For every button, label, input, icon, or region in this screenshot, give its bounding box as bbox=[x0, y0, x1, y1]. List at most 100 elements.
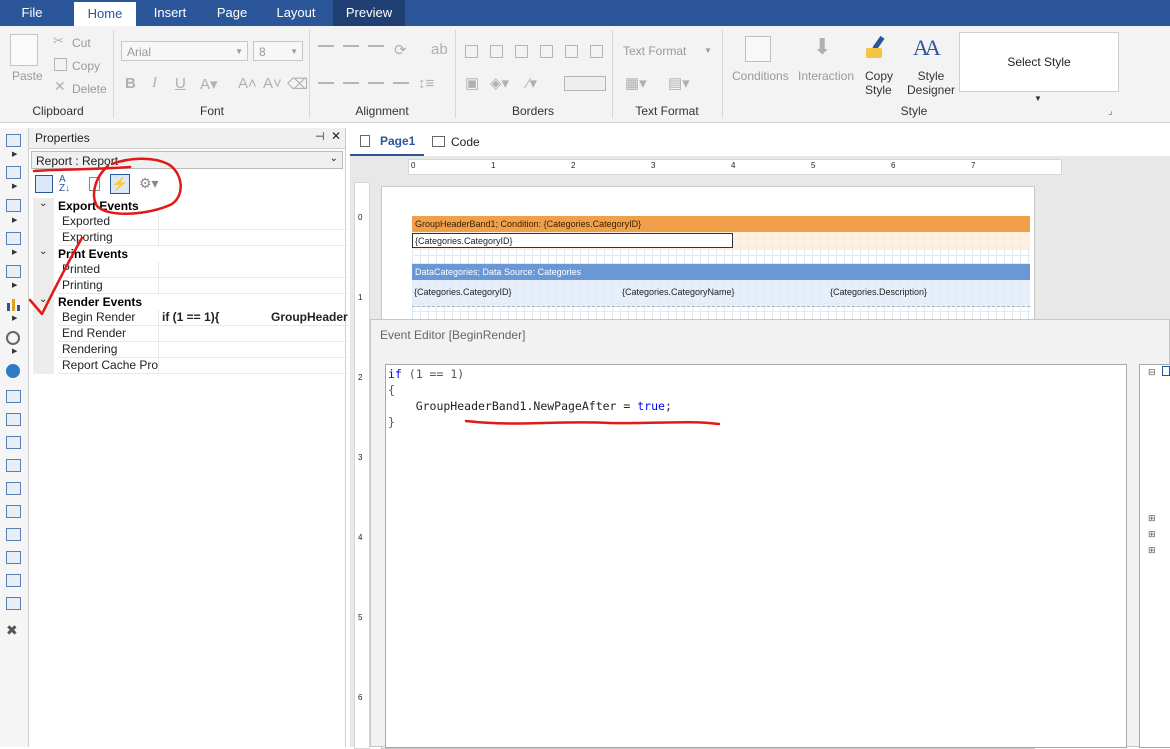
paste-button[interactable]: Paste bbox=[12, 69, 43, 83]
close-icon[interactable]: ✕ bbox=[331, 129, 341, 143]
format-options-icon[interactable]: ▤▾ bbox=[668, 74, 690, 92]
toolbox-clone-icon[interactable] bbox=[6, 505, 21, 518]
events-lightning-icon[interactable]: ⚡ bbox=[110, 174, 130, 194]
tab-file[interactable]: File bbox=[0, 0, 64, 26]
clear-format-icon[interactable]: ⌫ bbox=[287, 75, 308, 93]
category-row-export-events[interactable]: ⌄ Export Events bbox=[33, 198, 343, 214]
toolbox-table-of-contents-icon[interactable] bbox=[6, 551, 21, 564]
chevron-right-icon[interactable]: ▶ bbox=[12, 314, 17, 322]
underline-icon[interactable]: U bbox=[175, 75, 186, 92]
dictionary-tree[interactable]: ⊟ ⊞ ⊞ ⊞ bbox=[1139, 364, 1170, 748]
tree-collapse-icon[interactable]: ⊟ bbox=[1148, 367, 1156, 378]
italic-icon[interactable]: I bbox=[152, 75, 157, 92]
tab-preview[interactable]: Preview bbox=[333, 0, 405, 26]
tree-expand-icon[interactable]: ⊞ bbox=[1148, 513, 1156, 524]
no-border-icon[interactable] bbox=[490, 45, 503, 58]
property-value[interactable] bbox=[159, 326, 348, 342]
toolbox-shapes-icon[interactable] bbox=[6, 265, 21, 278]
tab-page[interactable]: Page bbox=[204, 0, 260, 26]
property-value[interactable] bbox=[159, 230, 348, 246]
border-color-icon[interactable]: ⁄▾ bbox=[527, 74, 537, 92]
categorized-icon[interactable] bbox=[35, 175, 53, 193]
property-row-exported[interactable]: Exported bbox=[33, 214, 348, 230]
category-row-render-events[interactable]: ⌄ Render Events bbox=[33, 294, 343, 310]
property-row-end-render[interactable]: End Render bbox=[33, 326, 348, 342]
copy-style-button[interactable]: Copy Style bbox=[865, 69, 893, 97]
property-row-printing[interactable]: Printing bbox=[33, 278, 348, 294]
format-icon[interactable]: ▦▾ bbox=[625, 74, 647, 92]
event-editor-window[interactable]: Event Editor [BeginRender] if (1 == 1) {… bbox=[370, 319, 1170, 748]
select-style-gallery[interactable]: Select Style bbox=[959, 32, 1119, 92]
shadow-icon[interactable]: ▣ bbox=[465, 74, 479, 92]
shrink-font-icon[interactable]: A˅ bbox=[263, 75, 282, 92]
chevron-right-icon[interactable]: ▶ bbox=[12, 347, 17, 355]
toolbox-cross-band-icon[interactable] bbox=[6, 166, 21, 179]
toolbox-table-icon[interactable] bbox=[6, 232, 21, 245]
toolbox-subreport-icon[interactable] bbox=[6, 528, 21, 541]
font-size-combo[interactable]: 8 ▼ bbox=[253, 41, 303, 61]
chevron-down-icon[interactable]: ⌄ bbox=[39, 246, 47, 257]
property-row-begin-render[interactable]: Begin Render if (1 == 1){GroupHeader bbox=[33, 310, 348, 326]
align-justify-icon[interactable] bbox=[393, 82, 409, 84]
tab-code[interactable]: Code bbox=[428, 128, 488, 156]
property-value[interactable]: if (1 == 1){GroupHeader bbox=[159, 310, 348, 326]
component-selector[interactable]: Report : Report ⌄ bbox=[31, 151, 343, 169]
tab-home[interactable]: Home bbox=[74, 2, 136, 26]
text-format-combo[interactable]: Text Format bbox=[623, 44, 686, 58]
all-borders-icon[interactable] bbox=[465, 45, 478, 58]
align-right-icon[interactable] bbox=[368, 82, 384, 84]
bottom-border-icon[interactable] bbox=[590, 45, 603, 58]
chevron-right-icon[interactable]: ▶ bbox=[12, 182, 17, 190]
property-value[interactable] bbox=[159, 278, 348, 294]
chevron-down-icon[interactable]: ▼ bbox=[1034, 94, 1042, 103]
tab-layout[interactable]: Layout bbox=[266, 0, 326, 26]
chevron-down-icon[interactable]: ⌄ bbox=[39, 294, 47, 305]
conditions-button[interactable]: Conditions bbox=[732, 69, 789, 83]
pin-icon[interactable]: ⊣ bbox=[315, 130, 325, 143]
font-family-combo[interactable]: Arial ▼ bbox=[121, 41, 248, 61]
property-row-printed[interactable]: Printed bbox=[33, 262, 348, 278]
group-header-band[interactable]: GroupHeaderBand1; Condition: {Categories… bbox=[412, 216, 1030, 232]
settings-gear-icon[interactable]: ⚙▾ bbox=[139, 175, 159, 192]
align-middle-icon[interactable] bbox=[343, 45, 359, 47]
grow-font-icon[interactable]: A˄ bbox=[238, 75, 257, 92]
toolbox-text-icon[interactable] bbox=[6, 390, 21, 403]
fill-color-icon[interactable]: ◈▾ bbox=[490, 74, 509, 92]
property-row-exporting[interactable]: Exporting bbox=[33, 230, 348, 246]
tab-insert[interactable]: Insert bbox=[140, 0, 200, 26]
interaction-button[interactable]: Interaction bbox=[798, 69, 854, 83]
align-left-icon[interactable] bbox=[318, 82, 334, 84]
chevron-right-icon[interactable]: ▶ bbox=[12, 281, 17, 289]
font-color-icon[interactable]: A▾ bbox=[200, 75, 218, 93]
toolbox-panel-icon[interactable] bbox=[6, 482, 21, 495]
bold-icon[interactable]: B bbox=[125, 75, 136, 92]
toolbox-image-icon[interactable] bbox=[6, 436, 21, 449]
tree-expand-icon[interactable]: ⊞ bbox=[1148, 545, 1156, 556]
line-spacing-icon[interactable]: ↕≡ bbox=[418, 75, 434, 92]
data-band[interactable]: DataCategories; Data Source: Categories bbox=[412, 264, 1030, 280]
data-field-category-name[interactable]: {Categories.CategoryName} bbox=[620, 285, 827, 300]
right-border-icon[interactable] bbox=[540, 45, 553, 58]
property-value[interactable] bbox=[159, 214, 348, 230]
data-field-description[interactable]: {Categories.Description} bbox=[828, 285, 1028, 300]
property-value[interactable] bbox=[159, 342, 348, 358]
property-pages-icon[interactable] bbox=[89, 177, 100, 191]
chevron-right-icon[interactable]: ▶ bbox=[12, 248, 17, 256]
toolbox-band-icon[interactable] bbox=[6, 134, 21, 147]
delete-button[interactable]: Delete bbox=[72, 82, 107, 96]
toolbox-gauge-icon[interactable] bbox=[6, 331, 20, 345]
property-value[interactable] bbox=[159, 262, 348, 278]
toolbox-picture-icon[interactable] bbox=[6, 597, 21, 610]
toolbox-text-box-icon[interactable] bbox=[6, 459, 21, 472]
cut-button[interactable]: Cut bbox=[72, 36, 91, 50]
data-field-category-id[interactable]: {Categories.CategoryID} bbox=[412, 285, 619, 300]
toolbox-barcode-icon[interactable] bbox=[6, 574, 21, 587]
chevron-down-icon[interactable]: ⌄ bbox=[39, 198, 47, 209]
group-field-category-id[interactable]: {Categories.CategoryID} bbox=[412, 233, 733, 248]
tree-expand-icon[interactable]: ⊞ bbox=[1148, 529, 1156, 540]
align-bottom-icon[interactable] bbox=[368, 45, 384, 47]
code-editor[interactable]: if (1 == 1) { GroupHeaderBand1.NewPageAf… bbox=[385, 364, 1127, 748]
toolbox-chart-icon[interactable] bbox=[6, 298, 21, 311]
toolbox-tools-icon[interactable]: ✖ bbox=[6, 622, 18, 639]
top-border-icon[interactable] bbox=[565, 45, 578, 58]
